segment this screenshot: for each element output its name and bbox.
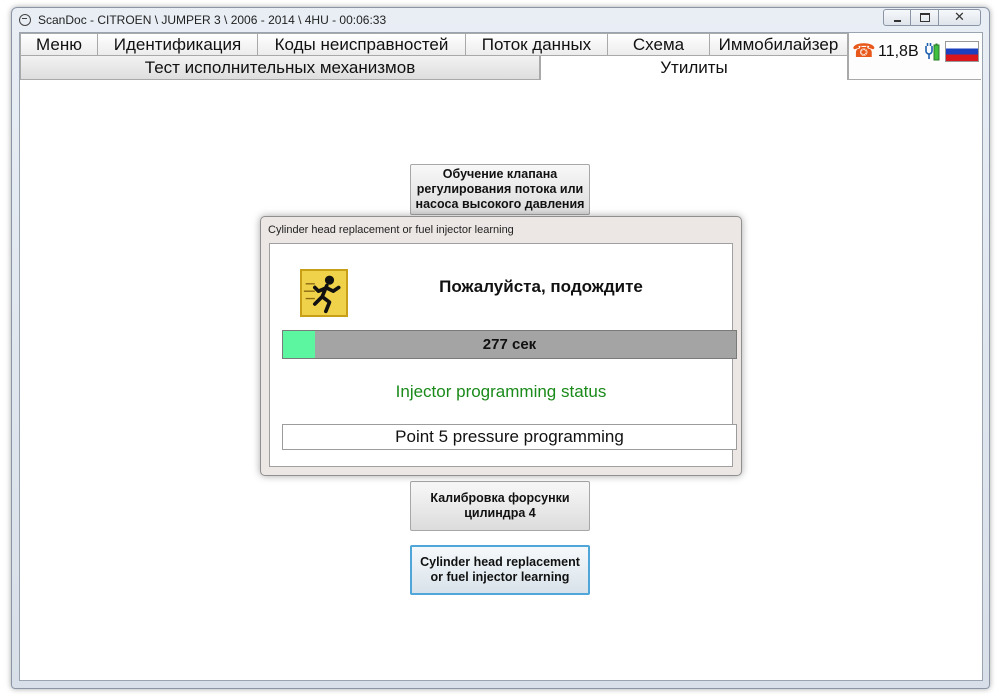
flow-valve-learning-button[interactable]: Обучение клапана регулирования потока ил… [410, 164, 590, 215]
secondary-tab-bar: Тест исполнительных механизмов Утилиты [20, 56, 848, 80]
window-controls: ✕ [883, 9, 981, 26]
window-title: ScanDoc - CITROEN \ JUMPER 3 \ 2006 - 20… [38, 13, 387, 27]
cylinder-head-injector-learning-button[interactable]: Cylinder head replacement or fuel inject… [410, 545, 590, 595]
tab-menu[interactable]: Меню [20, 33, 98, 56]
tab-identification[interactable]: Идентификация [98, 33, 258, 56]
tab-utilities[interactable]: Утилиты [540, 56, 848, 80]
maximize-button[interactable] [911, 9, 939, 26]
main-area: Меню Идентификация Коды неисправностей П… [19, 32, 983, 681]
running-man-icon [300, 269, 348, 317]
tab-fault-codes[interactable]: Коды неисправностей [258, 33, 466, 56]
close-button[interactable]: ✕ [939, 9, 981, 26]
progress-bar: 277 сек [282, 330, 737, 359]
maximize-icon [919, 13, 930, 22]
app-icon [19, 14, 31, 26]
wait-message: Пожалуйста, подождите [439, 277, 643, 296]
dialog-body: Пожалуйста, подождите 277 сек Injector p… [269, 243, 737, 467]
current-step-field: Point 5 pressure programming [282, 424, 737, 450]
tab-immobilizer[interactable]: Иммобилайзер [710, 33, 848, 56]
minimize-icon [893, 19, 901, 22]
title-bar[interactable]: ScanDoc - CITROEN \ JUMPER 3 \ 2006 - 20… [12, 8, 989, 32]
minimize-button[interactable] [883, 9, 911, 26]
injector-calibration-cyl4-button[interactable]: Калибровка форсунки цилиндра 4 [410, 481, 590, 531]
plug-battery-icon [925, 43, 940, 61]
battery-voltage: 11,8В [878, 43, 919, 60]
status-panel: ☎ 11,8В [848, 33, 981, 80]
tab-scheme[interactable]: Схема [608, 33, 710, 56]
progress-dialog: Cylinder head replacement or fuel inject… [260, 216, 742, 476]
progress-time: 277 сек [482, 336, 537, 353]
tab-actuator-test[interactable]: Тест исполнительных механизмов [20, 56, 540, 80]
phone-icon: ☎ [852, 40, 876, 62]
russia-flag-icon[interactable] [945, 41, 979, 62]
tab-data-stream[interactable]: Поток данных [466, 33, 608, 56]
close-icon: ✕ [954, 10, 965, 25]
primary-tab-bar: Меню Идентификация Коды неисправностей П… [20, 33, 848, 56]
programming-status-label: Injector programming status [395, 382, 607, 401]
dialog-title: Cylinder head replacement or fuel inject… [268, 224, 514, 236]
